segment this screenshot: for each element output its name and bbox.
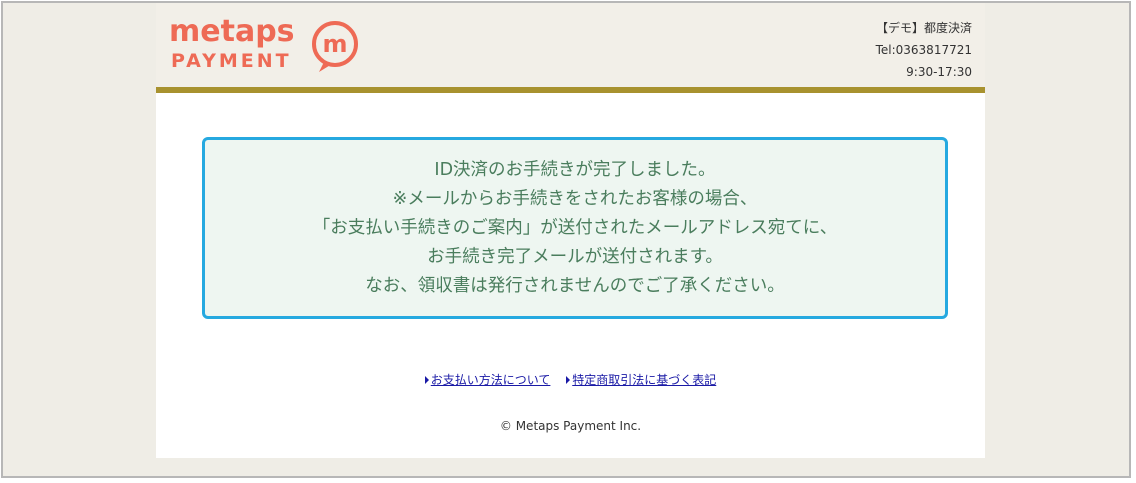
message-line: お手続き完了メールが送付されます。	[427, 246, 723, 267]
commercial-transactions-link[interactable]: 特定商取引法に基づく表記	[566, 373, 716, 387]
message-line: ID決済のお手続きが完了しました。	[434, 159, 716, 180]
shop-name: 【デモ】都度決済	[875, 21, 972, 35]
message-line: ※メールからお手続きをされたお客様の場合、	[392, 188, 758, 209]
speech-bubble-m-icon: m	[312, 21, 358, 72]
payment-method-link[interactable]: お支払い方法について	[424, 373, 551, 387]
copyright: © Metaps Payment Inc.	[499, 419, 642, 433]
logo-wordmark: metaps	[169, 14, 295, 49]
tel-number: Tel:0363817721	[875, 43, 972, 57]
metaps-payment-logo[interactable]: metaps PAYMENT m	[169, 14, 359, 77]
page-container: metaps PAYMENT m 【デモ】都度決済 Tel:0363817721…	[156, 3, 985, 458]
logo-mark-letter: m	[322, 30, 347, 58]
contact-info: 【デモ】都度決済 Tel:0363817721 9:30-17:30	[772, 17, 972, 83]
logo-subtitle: PAYMENT	[171, 50, 292, 72]
completion-message-box: ID決済のお手続きが完了しました。 ※メールからお手続きをされたお客様の場合、 …	[202, 137, 948, 319]
triangle-right-icon	[424, 376, 429, 384]
commercial-transactions-link-label: 特定商取引法に基づく表記	[572, 373, 717, 387]
header: metaps PAYMENT m 【デモ】都度決済 Tel:0363817721…	[156, 3, 985, 87]
payment-method-link-label: お支払い方法について	[430, 373, 551, 387]
header-divider	[156, 87, 985, 93]
business-hours: 9:30-17:30	[906, 65, 972, 79]
footer-links: お支払い方法について 特定商取引法に基づく表記	[156, 371, 985, 389]
message-line: なお、領収書は発行されませんのでご了承ください。	[365, 275, 785, 296]
triangle-right-icon	[566, 376, 571, 384]
message-line: 「お支払い手続きのご案内」が送付されたメールアドレス宛てに、	[312, 217, 838, 238]
browser-frame: metaps PAYMENT m 【デモ】都度決済 Tel:0363817721…	[1, 1, 1131, 478]
